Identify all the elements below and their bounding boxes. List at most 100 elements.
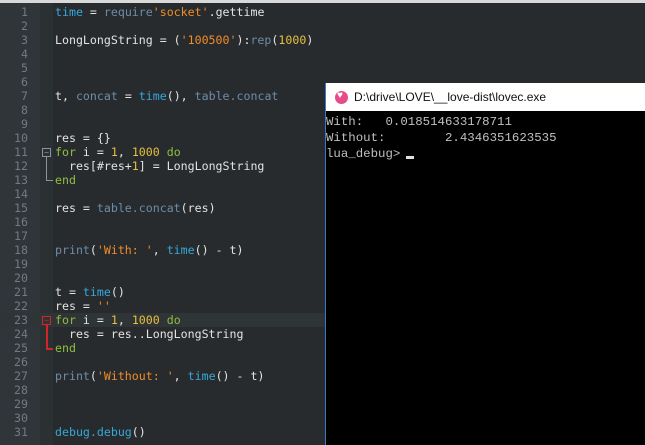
code-token: = <box>117 89 139 103</box>
love-app-icon <box>335 90 348 104</box>
code-token: '100500' <box>180 33 237 47</box>
code-line[interactable]: 1 time = require'socket'.gettime <box>0 5 645 19</box>
code-token: 1000 <box>131 313 160 327</box>
code-token: , <box>117 313 132 327</box>
code-token: concat <box>75 89 118 103</box>
line-number: 7 <box>21 89 28 103</box>
code-token: , <box>173 369 188 383</box>
console-title-bar[interactable]: D:\drive\LOVE\__love-dist\lovec.exe <box>326 83 645 111</box>
line-number: 2 <box>21 19 28 33</box>
code-line[interactable]: 3 LongLongString = ('100500'):rep(1000) <box>0 33 645 47</box>
code-text: res = {} <box>55 131 111 145</box>
code-text: print('Without: ', time() - t) <box>55 369 264 383</box>
line-number: 16 <box>14 215 28 229</box>
code-token: () - t) <box>215 369 265 383</box>
code-line[interactable]: 5 <box>0 61 645 75</box>
code-token: 1 <box>131 159 139 173</box>
code-token: print <box>55 243 90 257</box>
code-token: do <box>166 145 181 159</box>
code-token: do <box>166 313 181 327</box>
console-output: With: 0.018514633178711 Without: 2.434635… <box>326 111 645 162</box>
console-window[interactable]: D:\drive\LOVE\__love-dist\lovec.exe With… <box>325 83 645 445</box>
code-token: rep <box>250 33 272 47</box>
code-token: for <box>55 145 76 159</box>
code-token: () <box>110 285 125 299</box>
code-token: for <box>55 313 76 327</box>
fold-toggle-icon[interactable]: − <box>42 148 51 157</box>
code-token: i = <box>75 145 111 159</box>
line-number: 30 <box>14 411 28 425</box>
code-token: , <box>152 243 167 257</box>
code-token: 'With: ' <box>96 243 153 257</box>
line-number: 9 <box>21 117 28 131</box>
line-number: 31 <box>14 425 28 439</box>
code-text: t = time() <box>55 285 125 299</box>
window-top-border <box>0 0 645 3</box>
line-number: 12 <box>14 159 28 173</box>
line-number: 28 <box>14 383 28 397</box>
code-token: ( <box>89 369 97 383</box>
console-prompt-line[interactable]: lua_debug> <box>326 146 645 162</box>
line-number: 22 <box>14 299 28 313</box>
code-token: t, <box>55 89 76 103</box>
code-token: t = <box>55 285 83 299</box>
code-text: debug.debug() <box>55 425 146 439</box>
code-line[interactable]: 4 <box>0 47 645 61</box>
code-token: .gettime <box>208 5 265 19</box>
code-text: time = require'socket'.gettime <box>55 5 264 19</box>
line-number: 27 <box>14 369 28 383</box>
code-token: i = <box>75 313 111 327</box>
code-text: res = res..LongLongString <box>55 327 244 341</box>
code-token: table.concat <box>194 89 279 103</box>
line-number: 20 <box>14 271 28 285</box>
code-token: ] = LongLongString <box>138 159 265 173</box>
code-line[interactable]: 2 <box>0 19 645 33</box>
code-token: LongLongString = ( <box>55 33 181 47</box>
code-text: res = table.concat(res) <box>55 201 216 215</box>
line-number: 5 <box>21 61 28 75</box>
code-text: res = '' <box>55 299 111 313</box>
code-token: ) <box>306 33 314 47</box>
code-text: print('With: ', time() - t) <box>55 243 244 257</box>
code-token: end <box>55 341 76 355</box>
code-token: time <box>138 89 167 103</box>
code-token: 1000 <box>131 145 160 159</box>
code-token: (res) <box>180 201 216 215</box>
line-number: 18 <box>14 243 28 257</box>
code-text: end <box>55 341 76 355</box>
code-token: time <box>166 243 195 257</box>
code-token: time <box>55 5 83 19</box>
line-number: 11 <box>14 145 28 159</box>
code-token: 'Without: ' <box>96 369 174 383</box>
code-token: ( <box>89 243 97 257</box>
console-title: D:\drive\LOVE\__love-dist\lovec.exe <box>354 90 547 104</box>
code-token: end <box>55 173 76 187</box>
code-token: , <box>117 145 132 159</box>
code-token: res[#res+ <box>55 159 132 173</box>
code-token: 'socket' <box>152 5 209 19</box>
code-token: ): <box>236 33 251 47</box>
code-text: for i = 1, 1000 do <box>55 313 181 327</box>
code-text: LongLongString = ('100500'):rep(1000) <box>55 33 313 47</box>
code-token: (), <box>166 89 195 103</box>
code-text: end <box>55 173 76 187</box>
line-number: 4 <box>21 47 28 61</box>
code-token: = <box>82 5 104 19</box>
line-number: 19 <box>14 257 28 271</box>
line-number: 10 <box>14 131 28 145</box>
code-token: res = {} <box>55 131 111 145</box>
line-number: 15 <box>14 201 28 215</box>
code-token: () - t) <box>194 243 244 257</box>
fold-toggle-icon[interactable]: − <box>42 316 51 325</box>
line-number: 24 <box>14 327 28 341</box>
code-token: print <box>55 369 90 383</box>
line-number: 13 <box>14 173 28 187</box>
line-number: 1 <box>21 5 28 19</box>
code-token: '' <box>96 299 111 313</box>
line-number: 25 <box>14 341 28 355</box>
code-text: for i = 1, 1000 do <box>55 145 181 159</box>
line-number: 6 <box>21 75 28 89</box>
code-token: () <box>131 425 146 439</box>
